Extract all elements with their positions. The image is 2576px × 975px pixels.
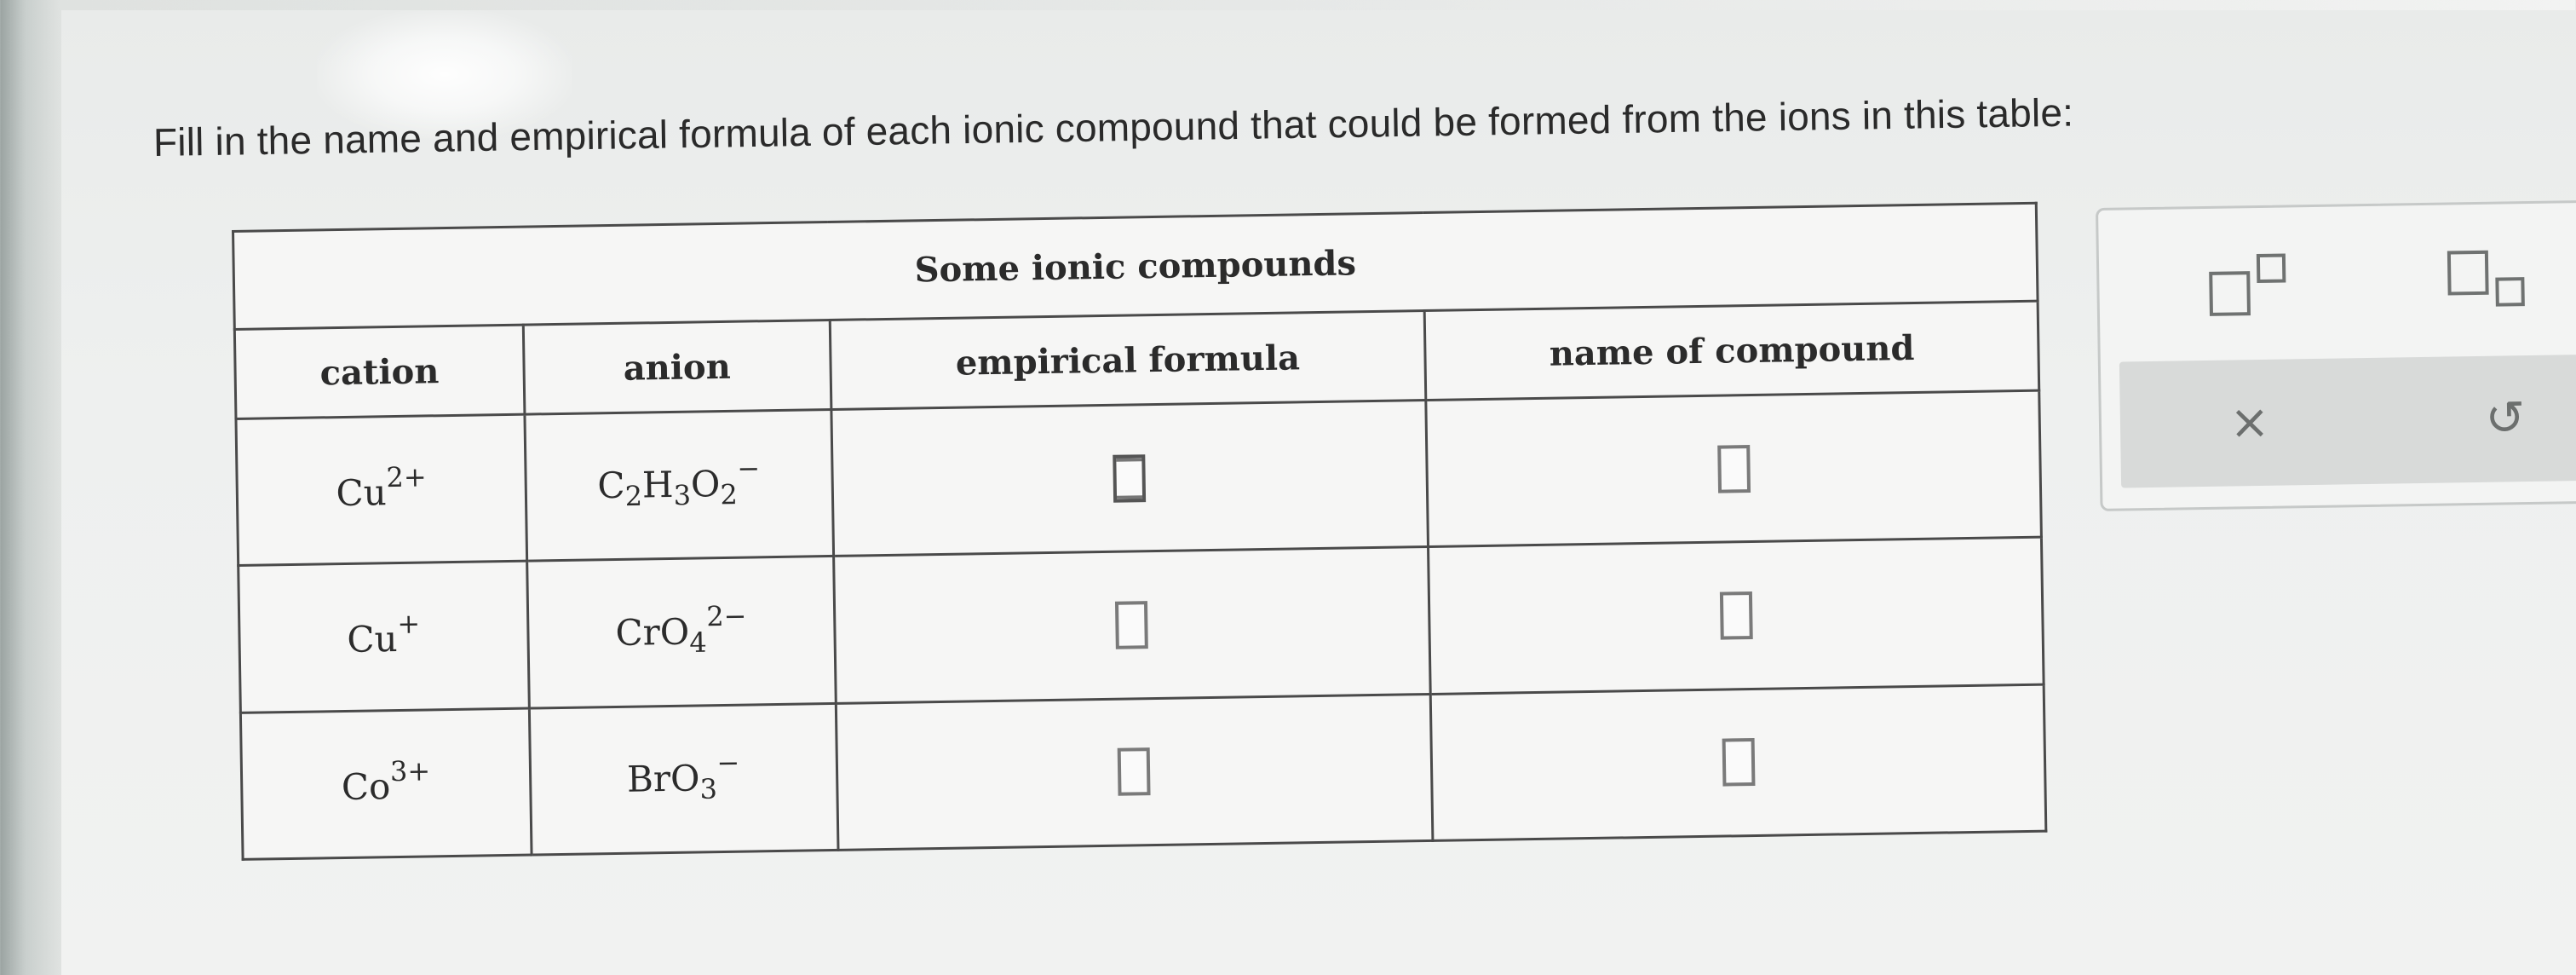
anion-element: CrO: [615, 610, 690, 654]
anion-ion: BrO3−: [626, 747, 740, 805]
anion-element: H: [641, 464, 674, 506]
superscript-icon[interactable]: [2201, 250, 2304, 320]
empirical-formula-cell: [835, 694, 1434, 851]
palette-actions: × ↺: [2119, 354, 2576, 488]
cation-symbol: Co: [341, 764, 391, 808]
cation-ion: Co3+: [341, 754, 430, 808]
compound-name-cell: [1428, 537, 2044, 695]
cation-cell: Co3+: [240, 707, 532, 860]
cation-symbol: Cu: [336, 471, 388, 515]
anion-charge: 2−: [705, 599, 747, 633]
anion-element: O: [690, 463, 721, 506]
header-empirical-formula: empirical formula: [829, 310, 1427, 410]
table-row: Cu+ CrO42−: [238, 537, 2044, 713]
compound-name-cell: [1430, 684, 2046, 841]
empirical-formula-cell: [833, 546, 1431, 704]
anion-subscript: 3: [699, 772, 718, 805]
header-cation: cation: [234, 325, 525, 419]
header-anion: anion: [523, 320, 831, 415]
anion-cell: CrO42−: [526, 556, 836, 708]
anion-cell: C2H3O2−: [524, 409, 834, 562]
anion-element: BrO: [626, 757, 700, 800]
cation-charge: 3+: [389, 754, 431, 788]
cation-symbol: Cu: [347, 618, 398, 661]
table-row: Co3+ BrO3−: [240, 684, 2046, 860]
ionic-compounds-table: Some ionic compounds cation anion empiri…: [232, 201, 2048, 861]
anion-ion: C2H3O2−: [596, 453, 761, 513]
subscript-icon[interactable]: [2440, 246, 2543, 316]
compound-name-cell: [1426, 390, 2042, 547]
cation-ion: Cu2+: [336, 461, 427, 515]
cation-charge: +: [397, 608, 421, 641]
empirical-formula-input[interactable]: [1113, 453, 1147, 503]
anion-element: C: [596, 464, 625, 507]
anion-subscript: 4: [689, 626, 708, 659]
empirical-formula-input[interactable]: [1115, 601, 1149, 649]
compound-name-input[interactable]: [1722, 738, 1756, 787]
worksheet-page: Fill in the name and empirical formula o…: [61, 10, 2576, 975]
anion-charge: −: [737, 452, 761, 486]
math-palette: × ↺: [2096, 199, 2576, 511]
anion-cell: BrO3−: [529, 703, 838, 856]
anion-subscript: 2: [624, 480, 643, 513]
empirical-formula-input[interactable]: [1118, 747, 1151, 797]
cation-cell: Cu+: [238, 561, 530, 713]
anion-ion: CrO42−: [615, 599, 747, 658]
table-row: Cu2+ C2H3O2−: [235, 390, 2042, 566]
undo-button[interactable]: ↺: [2453, 379, 2556, 458]
cation-ion: Cu+: [347, 608, 421, 661]
cation-cell: Cu2+: [235, 414, 527, 566]
clear-button[interactable]: ×: [2198, 383, 2301, 461]
compound-name-input[interactable]: [1719, 591, 1753, 640]
ionic-compounds-table-wrapper: Some ionic compounds cation anion empiri…: [232, 201, 2048, 861]
header-name-of-compound: name of compound: [1424, 301, 2039, 401]
anion-charge: −: [716, 746, 740, 780]
anion-subscript: 2: [720, 478, 739, 511]
compound-name-input[interactable]: [1716, 444, 1751, 493]
anion-subscript: 3: [673, 479, 692, 512]
cation-charge: 2+: [386, 460, 427, 494]
empirical-formula-cell: [831, 400, 1429, 557]
